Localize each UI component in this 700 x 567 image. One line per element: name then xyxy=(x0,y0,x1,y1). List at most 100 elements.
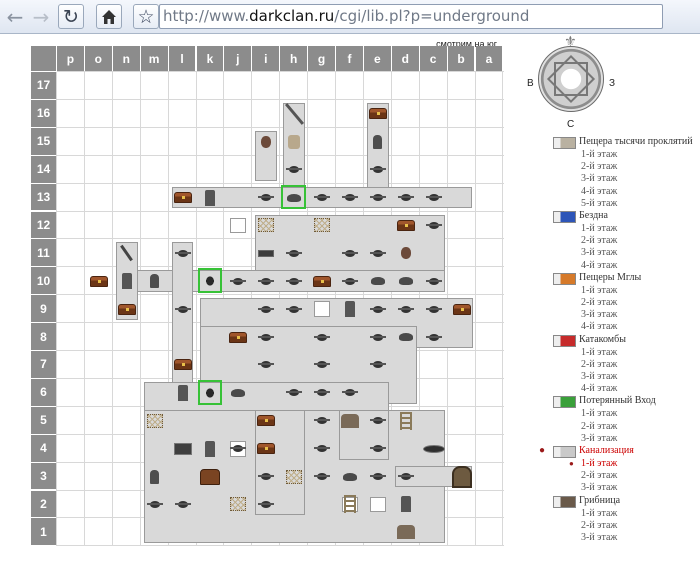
chest-icon[interactable] xyxy=(173,359,192,371)
spider-icon[interactable] xyxy=(286,305,303,313)
floor-link[interactable]: 2-й этаж xyxy=(581,470,700,482)
floor-link[interactable]: 4-й этаж xyxy=(581,260,700,272)
floor-link[interactable]: 4-й этаж xyxy=(581,321,700,333)
spider-icon[interactable] xyxy=(397,473,414,481)
ladder-icon[interactable] xyxy=(343,495,356,514)
crab-icon[interactable] xyxy=(370,277,385,286)
statue-icon[interactable] xyxy=(121,273,132,290)
spider-icon[interactable] xyxy=(341,249,358,257)
chest-icon[interactable] xyxy=(368,108,387,120)
big-chest-icon[interactable] xyxy=(200,468,221,485)
floor-link[interactable]: 5-й этаж xyxy=(581,198,700,210)
location-link[interactable]: ● Канализация xyxy=(539,445,700,459)
floor-link[interactable]: 1-й этаж xyxy=(581,223,700,235)
floor-link[interactable]: 3-й этаж xyxy=(581,371,700,383)
ghoul-icon[interactable] xyxy=(373,134,383,149)
ghoul-icon[interactable] xyxy=(150,274,160,289)
location-link[interactable]: Пещера тысячи проклятий xyxy=(553,136,700,149)
spider-icon[interactable] xyxy=(369,249,386,257)
crate-icon[interactable] xyxy=(173,442,192,455)
spider-icon[interactable] xyxy=(174,500,191,508)
reload-button[interactable]: ↻ xyxy=(58,4,84,29)
floor-link[interactable]: 2-й этаж xyxy=(581,359,700,371)
floor-link[interactable]: 3-й этаж xyxy=(581,532,700,544)
location-link[interactable]: Грибница xyxy=(553,495,700,508)
ghoul-icon[interactable] xyxy=(150,469,160,484)
spider-icon[interactable] xyxy=(258,333,275,341)
floor-link[interactable]: 3-й этаж xyxy=(581,247,700,259)
spider-icon[interactable] xyxy=(397,194,414,202)
spider-icon[interactable] xyxy=(341,194,358,202)
chest-icon[interactable] xyxy=(89,275,108,287)
cobweb-icon[interactable] xyxy=(146,413,163,428)
spider-icon[interactable] xyxy=(146,500,163,508)
spider-icon[interactable] xyxy=(397,305,414,313)
back-button[interactable]: ← xyxy=(2,4,28,29)
cobweb-icon[interactable] xyxy=(286,469,303,484)
floor-link[interactable]: 1-й этаж xyxy=(581,285,700,297)
floor-link[interactable]: 2-й этаж xyxy=(581,297,700,309)
chest-icon[interactable] xyxy=(452,303,471,315)
floor-link[interactable]: 3-й этаж xyxy=(581,433,700,445)
floor-link[interactable]: 1-й этаж xyxy=(569,458,700,470)
spider-icon[interactable] xyxy=(369,473,386,481)
forward-button[interactable]: → xyxy=(28,4,54,29)
skull-icon[interactable] xyxy=(261,135,272,148)
location-link[interactable]: Пещеры Мглы xyxy=(553,272,700,285)
spider-icon[interactable] xyxy=(258,305,275,313)
statue-icon[interactable] xyxy=(344,301,355,318)
floor-link[interactable]: 4-й этаж xyxy=(581,186,700,198)
home-button[interactable] xyxy=(96,4,122,29)
spider-icon[interactable] xyxy=(425,194,442,202)
crab-icon[interactable] xyxy=(231,388,246,397)
floor-link[interactable]: 4-й этаж xyxy=(581,383,700,395)
floor-link[interactable]: 1-й этаж xyxy=(581,347,700,359)
statue-icon[interactable] xyxy=(177,384,188,401)
floor-link[interactable]: 2-й этаж xyxy=(581,520,700,532)
shrine-icon[interactable] xyxy=(340,413,359,428)
spider-icon[interactable] xyxy=(425,305,442,313)
spider-icon[interactable] xyxy=(314,333,331,341)
chest-icon[interactable] xyxy=(117,303,136,315)
cobweb-icon[interactable] xyxy=(314,218,331,233)
chest-icon[interactable] xyxy=(173,192,192,204)
chest-icon[interactable] xyxy=(229,331,248,343)
chest-icon[interactable] xyxy=(257,443,276,455)
location-link[interactable]: Потерянный Вход xyxy=(553,395,700,409)
tree-icon[interactable] xyxy=(204,274,217,289)
spider-icon[interactable] xyxy=(369,333,386,341)
spider-icon[interactable] xyxy=(369,166,386,174)
floor-link[interactable]: 3-й этаж xyxy=(581,309,700,321)
spider-icon[interactable] xyxy=(258,277,275,285)
floor-link[interactable]: 2-й этаж xyxy=(581,235,700,247)
shrine-icon[interactable] xyxy=(396,525,415,540)
statue-icon[interactable] xyxy=(400,496,411,513)
floor-link[interactable]: 1-й этаж xyxy=(581,508,700,520)
address-bar[interactable]: http://www.darkclan.ru/cgi/lib.pl?p=unde… xyxy=(159,4,663,29)
chest-icon[interactable] xyxy=(257,415,276,427)
spider-icon[interactable] xyxy=(369,445,386,453)
floor-link[interactable]: 1-й этаж xyxy=(581,149,700,161)
floor-link[interactable]: 3-й этаж xyxy=(581,482,700,494)
location-link[interactable]: Катакомбы xyxy=(553,334,700,347)
bones-icon[interactable] xyxy=(288,134,301,149)
tree-icon[interactable] xyxy=(204,385,217,400)
door-icon[interactable] xyxy=(451,465,472,488)
spider-icon[interactable] xyxy=(174,305,191,313)
crab-icon[interactable] xyxy=(342,472,357,481)
ladder-icon[interactable] xyxy=(399,411,412,430)
bookmark-button[interactable]: ☆ xyxy=(133,4,159,29)
crab-icon[interactable] xyxy=(287,193,302,202)
statue-icon[interactable] xyxy=(205,189,216,206)
floor-link[interactable]: 2-й этаж xyxy=(581,421,700,433)
spider-icon[interactable] xyxy=(286,277,303,285)
crab-icon[interactable] xyxy=(398,277,413,286)
floor-link[interactable]: 3-й этаж xyxy=(581,173,700,185)
skull-icon[interactable] xyxy=(400,247,411,260)
crab-icon[interactable] xyxy=(398,333,413,342)
spider-icon[interactable] xyxy=(174,249,191,257)
floor-link[interactable]: 1-й этаж xyxy=(581,408,700,420)
chest-icon[interactable] xyxy=(313,275,332,287)
hatch-icon[interactable] xyxy=(422,444,445,453)
spider-icon[interactable] xyxy=(425,333,442,341)
